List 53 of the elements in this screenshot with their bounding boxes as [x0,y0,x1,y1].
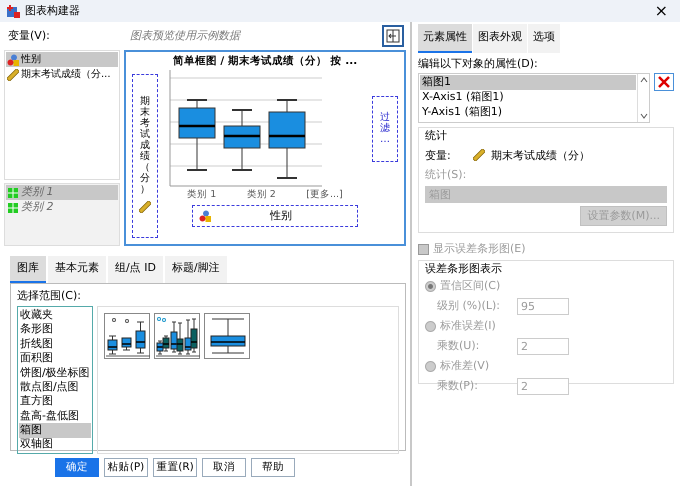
object-item[interactable]: X-Axis1 (箱图1) [420,90,636,105]
tab[interactable]: 标题/脚注 [164,256,227,282]
category-label: 类别 2 [246,188,276,202]
dialog-button[interactable]: 取消 [202,458,246,478]
group-legend: 统计 [425,128,667,144]
x-axis-drop-zone[interactable]: 性别 [192,205,358,227]
tab[interactable]: 基本元素 [48,256,106,282]
dialog-button[interactable]: 帮助 [251,458,295,478]
y-axis-drop-zone[interactable]: 期末考试成绩（分） [132,74,158,238]
chart-type-item[interactable]: 面积图 [19,351,91,366]
tab[interactable]: 选项 [528,24,560,52]
tab[interactable]: 组/点 ID [108,256,163,282]
field-label: 乘数(P): [437,378,479,394]
variables-label: 变量(V): [8,28,50,44]
close-button[interactable]: × [648,3,674,19]
category-label: [更多...] [306,188,343,202]
chart-type-item[interactable]: 双轴图 [19,438,91,452]
chart-type-item[interactable]: 条形图 [19,322,91,337]
preview-note: 图表预览使用示例数据 [130,28,240,44]
filter-drop-zone[interactable]: 过滤… [372,96,398,162]
tab[interactable]: 图库 [10,256,46,282]
chart-type-item[interactable]: 折线图 [19,336,91,352]
tab[interactable]: 元素属性 [418,24,472,52]
category-label: 类别 1 [187,188,216,202]
radio-label: 标准误差(I) [440,318,496,334]
radio-label: 标准差(V) [440,358,490,374]
chart-type-label: 选择范围(C): [17,288,82,304]
chart-type-item[interactable]: 散点图/点图 [19,380,91,394]
radio-label: 置信区间(C) [440,278,500,294]
field-label: 级别 (%)(L): [437,298,501,314]
chart-type-item[interactable]: 盘高-盘低图 [19,408,91,424]
variable-item[interactable]: 期末考试成绩（分... [6,67,118,82]
variable-name: 期末考试成绩（分） [491,148,590,164]
dialog-button[interactable]: 重置(R) [153,458,197,478]
chart-type-item[interactable]: 箱图 [19,423,91,438]
tab[interactable]: 图表外观 [473,24,527,52]
object-item[interactable]: 箱图1 [420,75,636,90]
ok-button[interactable]: 确定 [55,458,99,478]
chart-title: 简单框图 / 期末考试成绩（分） 按 ... [172,54,358,69]
variable-item[interactable]: 性别 [6,52,118,67]
checkbox-label: 显示误差条形图(E) [433,241,526,257]
chart-type-item[interactable]: 收藏夹 [19,308,91,322]
objects-label: 编辑以下对象的属性(D): [418,56,539,72]
dialog-button[interactable]: 粘贴(P) [104,458,148,478]
window-title: 图表构建器 [25,2,80,19]
chart-type-item[interactable]: 饼图/极坐标图 [19,366,91,380]
field-label: 乘数(U): [437,338,480,354]
object-item[interactable]: Y-Axis1 (箱图1) [420,105,636,120]
statistic-label: 统计(S): [425,167,468,183]
group-legend: 误差条形图表示 [425,260,667,277]
category-item[interactable]: 类别 2 [6,200,118,215]
variable-label: 变量: [425,148,452,164]
chart-type-item[interactable]: 直方图 [19,394,91,409]
